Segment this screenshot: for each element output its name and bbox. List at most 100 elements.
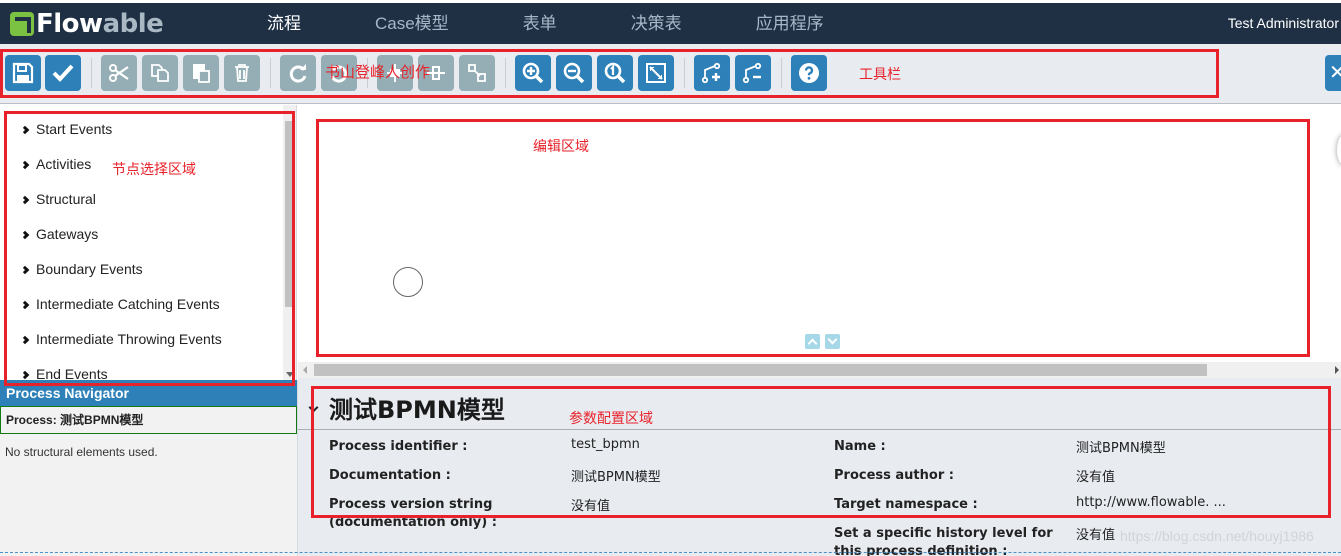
zoom-actual-button[interactable] bbox=[597, 55, 633, 91]
scroll-right-arrow-icon[interactable] bbox=[1335, 366, 1339, 374]
navigator-empty-text: No structural elements used. bbox=[5, 445, 158, 459]
palette-group-label: Boundary Events bbox=[36, 261, 143, 277]
toolbar-divider bbox=[91, 58, 92, 88]
nav-tab-forms[interactable]: 表单 bbox=[486, 3, 594, 44]
scroll-down-arrow-icon[interactable] bbox=[286, 372, 294, 377]
start-event-shape[interactable] bbox=[393, 267, 423, 297]
chevron-right-icon bbox=[20, 300, 30, 309]
toolbar-divider bbox=[684, 58, 685, 88]
annotation-label-author: 书山登峰人创作 bbox=[325, 64, 431, 81]
palette-group-label: Structural bbox=[36, 191, 96, 207]
logo-arrow-icon bbox=[10, 12, 34, 36]
save-button[interactable] bbox=[5, 55, 41, 91]
palette-group-label: Activities bbox=[36, 156, 92, 172]
palette-group-activities[interactable]: Activities bbox=[20, 156, 92, 172]
toolbar-divider bbox=[270, 58, 271, 88]
palette-group-intermediate-throwing-events[interactable]: Intermediate Throwing Events bbox=[20, 331, 222, 347]
canvas-scrollbar-thumb[interactable] bbox=[314, 364, 1207, 376]
toolbar-divider bbox=[781, 58, 782, 88]
palette-group-label: Gateways bbox=[36, 226, 99, 242]
nav-tab-decision-tables[interactable]: 决策表 bbox=[594, 3, 719, 44]
chevron-right-icon bbox=[20, 125, 30, 134]
palette-group-label: Intermediate Catching Events bbox=[36, 296, 220, 312]
canvas-horizontal-scrollbar[interactable] bbox=[298, 362, 1341, 378]
flowable-logo[interactable]: Flowable bbox=[10, 9, 164, 39]
delete-button[interactable] bbox=[224, 55, 260, 91]
annotation-label-canvas: 编辑区域 bbox=[533, 138, 589, 154]
copy-icon bbox=[151, 64, 169, 82]
palette-group-end-events[interactable]: End Events bbox=[20, 366, 108, 380]
palette-scrollbar-thumb[interactable] bbox=[285, 121, 294, 307]
validate-button[interactable] bbox=[45, 55, 81, 91]
chevron-right-icon bbox=[20, 195, 30, 204]
palette-group-start-events[interactable]: Start Events bbox=[20, 121, 113, 137]
cut-button[interactable] bbox=[101, 55, 137, 91]
process-navigator-title: Process Navigator bbox=[0, 380, 297, 406]
same-size-button[interactable] bbox=[459, 55, 495, 91]
zoom-fit-button[interactable] bbox=[638, 55, 674, 91]
prop-value-documentation[interactable]: 测试BPMN模型 bbox=[571, 466, 661, 485]
navigator-process-item[interactable]: Process: 测试BPMN模型 bbox=[0, 406, 297, 434]
nav-tab-case-model[interactable]: Case模型 bbox=[338, 3, 486, 44]
close-editor-button[interactable]: ✕ bbox=[1325, 55, 1341, 91]
palette-group-label: Intermediate Throwing Events bbox=[36, 331, 222, 347]
nav-tab-apps[interactable]: 应用程序 bbox=[719, 3, 861, 44]
remove-bendpoint-button[interactable] bbox=[735, 55, 771, 91]
check-icon bbox=[52, 64, 74, 82]
properties-divider bbox=[298, 429, 1341, 430]
palette-group-intermediate-catching-events[interactable]: Intermediate Catching Events bbox=[20, 296, 220, 312]
prop-value-target-namespace[interactable]: http://www.flowable. ... bbox=[1076, 495, 1226, 510]
top-navigation-bar: Flowable 流程 Case模型 表单 决策表 应用程序 Test Admi… bbox=[0, 3, 1341, 50]
chevron-right-icon bbox=[20, 265, 30, 274]
prop-label-documentation: Documentation : bbox=[329, 468, 451, 483]
annotation-label-properties: 参数配置区域 bbox=[569, 410, 653, 426]
prop-value-process-author[interactable]: 没有值 bbox=[1076, 466, 1115, 485]
properties-title: 测试BPMN模型 bbox=[329, 396, 505, 424]
prop-value-history-level[interactable]: 没有值 bbox=[1076, 524, 1115, 543]
palette-group-gateways[interactable]: Gateways bbox=[20, 226, 99, 242]
help-button[interactable] bbox=[791, 55, 827, 91]
paste-icon bbox=[193, 64, 210, 83]
editor-canvas[interactable] bbox=[298, 105, 1341, 362]
zoom-fit-icon bbox=[646, 63, 666, 83]
add-bendpoint-button[interactable] bbox=[694, 55, 730, 91]
process-navigator: Process Navigator Process: 测试BPMN模型 No s… bbox=[0, 380, 298, 556]
zoom-out-button[interactable] bbox=[556, 55, 592, 91]
prop-value-process-identifier[interactable]: test_bpmn bbox=[571, 437, 640, 452]
prop-value-name[interactable]: 测试BPMN模型 bbox=[1076, 437, 1166, 456]
watermark-text: https://blog.csdn.net/houyj1986 bbox=[1120, 528, 1314, 544]
bendpoint-add-icon bbox=[701, 62, 721, 84]
scissors-icon bbox=[109, 64, 129, 82]
palette-scrollbar[interactable] bbox=[283, 105, 296, 380]
save-icon bbox=[12, 62, 34, 84]
logo-text-able: able bbox=[102, 9, 164, 39]
prop-label-process-version: Process version string (documentation on… bbox=[329, 497, 497, 530]
selection-dashed-border bbox=[0, 552, 1341, 553]
palette-group-label: End Events bbox=[36, 366, 108, 380]
redo-button[interactable] bbox=[280, 55, 316, 91]
annotation-label-palette: 节点选择区域 bbox=[112, 161, 196, 177]
zoom-in-button[interactable] bbox=[515, 55, 551, 91]
prop-label-target-namespace: Target namespace : bbox=[834, 497, 978, 512]
prop-value-process-version[interactable]: 没有值 bbox=[571, 495, 610, 514]
collapse-properties-icon[interactable] bbox=[308, 402, 319, 413]
canvas-scroll-down-button[interactable] bbox=[825, 334, 840, 349]
logo-text: Flowable bbox=[36, 9, 164, 39]
chevron-right-icon bbox=[20, 230, 30, 239]
scroll-left-arrow-icon[interactable] bbox=[303, 366, 307, 374]
palette-group-structural[interactable]: Structural bbox=[20, 191, 96, 207]
editor-toolbar: ✕ bbox=[0, 44, 1341, 104]
canvas-edge-handle[interactable] bbox=[1337, 135, 1341, 165]
paste-button[interactable] bbox=[183, 55, 219, 91]
chevron-right-icon bbox=[20, 335, 30, 344]
zoom-out-icon bbox=[563, 62, 585, 84]
palette-group-label: Start Events bbox=[36, 121, 113, 137]
copy-button[interactable] bbox=[142, 55, 178, 91]
user-menu[interactable]: Test Administrator bbox=[1228, 3, 1341, 44]
prop-label-name: Name : bbox=[834, 439, 886, 454]
palette-group-boundary-events[interactable]: Boundary Events bbox=[20, 261, 143, 277]
prop-label-process-identifier: Process identifier : bbox=[329, 439, 468, 454]
canvas-scroll-up-button[interactable] bbox=[805, 334, 820, 349]
help-icon bbox=[799, 63, 819, 83]
nav-tab-process[interactable]: 流程 bbox=[230, 3, 338, 50]
